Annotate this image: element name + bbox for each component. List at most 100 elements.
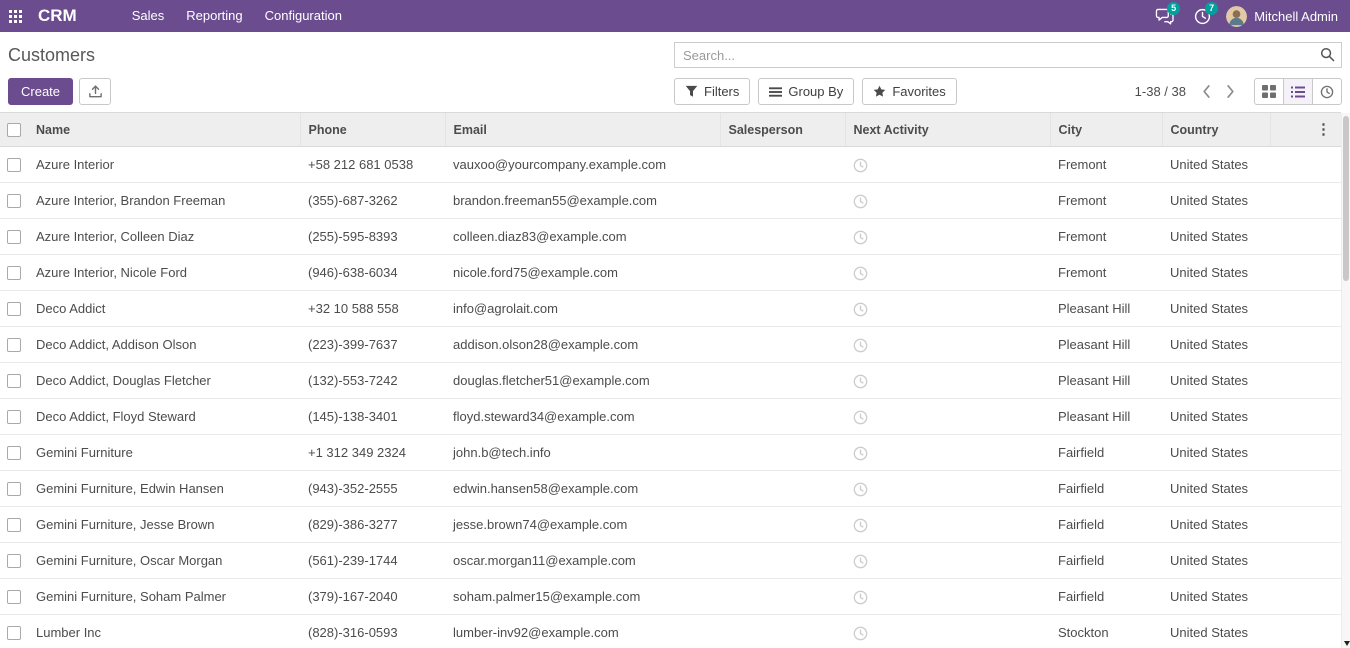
column-header-country[interactable]: Country bbox=[1162, 113, 1270, 147]
row-checkbox[interactable] bbox=[7, 554, 21, 568]
column-header-phone[interactable]: Phone bbox=[300, 113, 445, 147]
cell-city: Pleasant Hill bbox=[1050, 363, 1162, 399]
table-row[interactable]: Gemini Furniture, Oscar Morgan(561)-239-… bbox=[0, 543, 1341, 579]
filters-label: Filters bbox=[704, 84, 739, 99]
app-name[interactable]: CRM bbox=[38, 6, 77, 26]
next-activity-clock-icon[interactable] bbox=[853, 158, 868, 173]
column-header-name[interactable]: Name bbox=[28, 113, 300, 147]
next-activity-clock-icon[interactable] bbox=[853, 518, 868, 533]
row-select-cell bbox=[0, 363, 28, 399]
select-all-checkbox[interactable] bbox=[7, 123, 21, 137]
next-activity-clock-icon[interactable] bbox=[853, 410, 868, 425]
pager-next-button[interactable] bbox=[1218, 78, 1242, 105]
next-activity-clock-icon[interactable] bbox=[853, 302, 868, 317]
pager-previous-button[interactable] bbox=[1194, 78, 1218, 105]
filter-funnel-icon bbox=[685, 85, 698, 98]
table-row[interactable]: Azure Interior, Nicole Ford(946)-638-603… bbox=[0, 255, 1341, 291]
cell-salesperson bbox=[720, 435, 845, 471]
activities-button[interactable]: 7 bbox=[1184, 0, 1220, 32]
next-activity-clock-icon[interactable] bbox=[853, 554, 868, 569]
create-button[interactable]: Create bbox=[8, 78, 73, 105]
row-checkbox[interactable] bbox=[7, 446, 21, 460]
scroll-down-arrow-icon[interactable] bbox=[1342, 641, 1350, 646]
apps-menu-button[interactable] bbox=[0, 0, 30, 32]
menu-configuration[interactable]: Configuration bbox=[254, 0, 353, 32]
optional-columns-toggle-icon[interactable]: ⋮ bbox=[1316, 113, 1331, 146]
row-checkbox[interactable] bbox=[7, 482, 21, 496]
row-checkbox[interactable] bbox=[7, 518, 21, 532]
row-checkbox[interactable] bbox=[7, 158, 21, 172]
column-header-next-activity[interactable]: Next Activity bbox=[845, 113, 1050, 147]
next-activity-clock-icon[interactable] bbox=[853, 446, 868, 461]
table-row[interactable]: Gemini Furniture, Soham Palmer(379)-167-… bbox=[0, 579, 1341, 615]
table-row[interactable]: Lumber Inc(828)-316-0593lumber-inv92@exa… bbox=[0, 615, 1341, 648]
list-view-button[interactable] bbox=[1283, 78, 1313, 105]
row-checkbox[interactable] bbox=[7, 230, 21, 244]
row-checkbox[interactable] bbox=[7, 194, 21, 208]
cell-city: Fairfield bbox=[1050, 579, 1162, 615]
column-header-city[interactable]: City bbox=[1050, 113, 1162, 147]
pager-range: 1-38 / 38 bbox=[1135, 84, 1186, 99]
export-button[interactable] bbox=[79, 78, 111, 105]
cell-email: floyd.steward34@example.com bbox=[445, 399, 720, 435]
table-row[interactable]: Deco Addict, Douglas Fletcher(132)-553-7… bbox=[0, 363, 1341, 399]
cell-phone: (561)-239-1744 bbox=[300, 543, 445, 579]
cell-name: Gemini Furniture, Jesse Brown bbox=[28, 507, 300, 543]
search-input[interactable] bbox=[674, 42, 1342, 68]
row-checkbox[interactable] bbox=[7, 302, 21, 316]
table-row[interactable]: Deco Addict+32 10 588 558info@agrolait.c… bbox=[0, 291, 1341, 327]
next-activity-clock-icon[interactable] bbox=[853, 338, 868, 353]
next-activity-clock-icon[interactable] bbox=[853, 194, 868, 209]
table-row[interactable]: Gemini Furniture+1 312 349 2324john.b@te… bbox=[0, 435, 1341, 471]
row-checkbox[interactable] bbox=[7, 374, 21, 388]
table-row[interactable]: Gemini Furniture, Jesse Brown(829)-386-3… bbox=[0, 507, 1341, 543]
scrollbar-thumb[interactable] bbox=[1343, 116, 1349, 281]
user-name: Mitchell Admin bbox=[1254, 9, 1338, 24]
table-row[interactable]: Gemini Furniture, Edwin Hansen(943)-352-… bbox=[0, 471, 1341, 507]
row-checkbox[interactable] bbox=[7, 626, 21, 640]
vertical-scrollbar[interactable] bbox=[1341, 113, 1350, 648]
cell-country: United States bbox=[1162, 219, 1270, 255]
next-activity-clock-icon[interactable] bbox=[853, 482, 868, 497]
next-activity-clock-icon[interactable] bbox=[853, 590, 868, 605]
menu-sales[interactable]: Sales bbox=[121, 0, 176, 32]
next-activity-clock-icon[interactable] bbox=[853, 230, 868, 245]
group-by-button[interactable]: Group By bbox=[758, 78, 854, 105]
row-checkbox[interactable] bbox=[7, 338, 21, 352]
activity-view-button[interactable] bbox=[1312, 78, 1342, 105]
row-checkbox[interactable] bbox=[7, 590, 21, 604]
table-row[interactable]: Deco Addict, Floyd Steward(145)-138-3401… bbox=[0, 399, 1341, 435]
row-checkbox[interactable] bbox=[7, 266, 21, 280]
cell-filler bbox=[1270, 183, 1341, 219]
column-header-salesperson[interactable]: Salesperson bbox=[720, 113, 845, 147]
filters-button[interactable]: Filters bbox=[674, 78, 750, 105]
favorites-button[interactable]: Favorites bbox=[862, 78, 956, 105]
user-menu[interactable]: Mitchell Admin bbox=[1222, 6, 1342, 27]
kanban-view-button[interactable] bbox=[1254, 78, 1284, 105]
cell-country: United States bbox=[1162, 363, 1270, 399]
next-activity-clock-icon[interactable] bbox=[853, 374, 868, 389]
cell-filler bbox=[1270, 363, 1341, 399]
cell-city: Pleasant Hill bbox=[1050, 399, 1162, 435]
cell-next-activity bbox=[845, 399, 1050, 435]
kanban-grid-icon bbox=[1262, 85, 1276, 98]
cell-salesperson bbox=[720, 291, 845, 327]
column-header-email[interactable]: Email bbox=[445, 113, 720, 147]
cell-email: nicole.ford75@example.com bbox=[445, 255, 720, 291]
table-row[interactable]: Azure Interior+58 212 681 0538vauxoo@you… bbox=[0, 147, 1341, 183]
cell-salesperson bbox=[720, 507, 845, 543]
messages-button[interactable]: 5 bbox=[1146, 0, 1182, 32]
cell-email: colleen.diaz83@example.com bbox=[445, 219, 720, 255]
menu-reporting[interactable]: Reporting bbox=[175, 0, 253, 32]
table-row[interactable]: Azure Interior, Brandon Freeman(355)-687… bbox=[0, 183, 1341, 219]
customers-list: Name Phone Email Salesperson Next Activi… bbox=[0, 112, 1341, 648]
search-icon[interactable] bbox=[1320, 47, 1335, 67]
table-row[interactable]: Deco Addict, Addison Olson(223)-399-7637… bbox=[0, 327, 1341, 363]
group-by-label: Group By bbox=[788, 84, 843, 99]
next-activity-clock-icon[interactable] bbox=[853, 266, 868, 281]
cell-country: United States bbox=[1162, 147, 1270, 183]
row-checkbox[interactable] bbox=[7, 410, 21, 424]
table-row[interactable]: Azure Interior, Colleen Diaz(255)-595-83… bbox=[0, 219, 1341, 255]
cell-next-activity bbox=[845, 543, 1050, 579]
next-activity-clock-icon[interactable] bbox=[853, 626, 868, 641]
